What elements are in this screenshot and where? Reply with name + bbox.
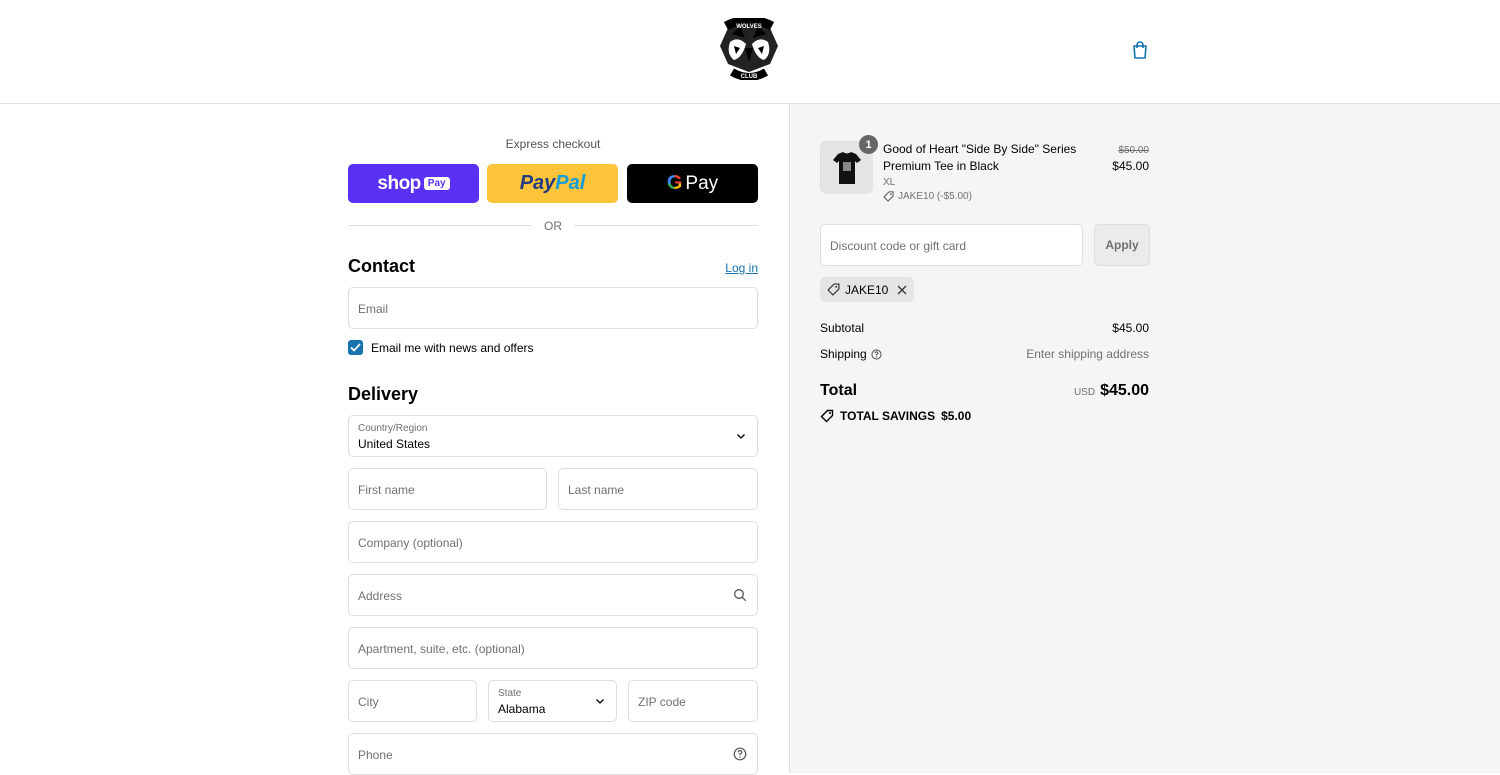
company-placeholder: Company (optional): [358, 536, 463, 550]
check-icon: [350, 343, 361, 352]
zip-field[interactable]: ZIP code: [628, 680, 758, 722]
remove-code-button[interactable]: [897, 285, 907, 295]
total-value-row: USD $45.00: [1074, 382, 1149, 400]
product-discount-text: JAKE10 (-$5.00): [898, 191, 972, 202]
newsletter-checkbox[interactable]: [348, 340, 363, 355]
newsletter-checkbox-row[interactable]: Email me with news and offers: [348, 340, 534, 355]
close-icon: [897, 285, 907, 294]
last-name-placeholder: Last name: [568, 483, 625, 497]
subtotal-value: $45.00: [1112, 321, 1149, 335]
shop-pay-button[interactable]: shop Pay: [348, 164, 479, 203]
phone-placeholder: Phone: [358, 748, 393, 762]
applied-code-chip: JAKE10: [820, 277, 915, 302]
quantity-badge: 1: [859, 135, 878, 154]
shop-pay-word: shop: [377, 172, 421, 194]
discount-code-input[interactable]: Discount code or gift card: [820, 224, 1083, 266]
search-icon: [734, 589, 747, 602]
login-link[interactable]: Log in: [725, 261, 758, 275]
logo-text-bottom: CLUB: [741, 74, 758, 80]
logo-text-top: WOLVES: [736, 24, 762, 30]
apply-button[interactable]: Apply: [1094, 224, 1150, 266]
address-field[interactable]: Address: [348, 574, 758, 616]
savings-value: $5.00: [941, 409, 972, 423]
chevron-down-icon: [596, 699, 604, 704]
phone-field[interactable]: Phone: [348, 733, 758, 775]
or-divider: OR: [348, 218, 758, 233]
company-field[interactable]: Company (optional): [348, 521, 758, 563]
zip-placeholder: ZIP code: [638, 695, 686, 709]
help-circle-icon[interactable]: [871, 348, 882, 360]
email-field[interactable]: Email: [348, 287, 758, 329]
paypal-button[interactable]: PayPal: [487, 164, 618, 203]
express-checkout-title: Express checkout: [505, 137, 601, 151]
header: WOLVES CLUB: [0, 0, 1500, 104]
first-name-placeholder: First name: [358, 483, 415, 497]
google-g-icon: G: [666, 172, 683, 194]
paypal-logo: PayPal: [519, 172, 586, 194]
shipping-value: Enter shipping address: [1026, 347, 1149, 361]
city-field[interactable]: City: [348, 680, 477, 722]
product-title: Good of Heart "Side By Side" Series Prem…: [883, 142, 1077, 173]
newsletter-label: Email me with news and offers: [371, 340, 534, 355]
shopping-bag-icon[interactable]: [1130, 40, 1150, 60]
order-summary-panel: [789, 104, 1500, 773]
price-current: $45.00: [1112, 159, 1149, 173]
price-original: $50.00: [1118, 145, 1149, 156]
product-variant: XL: [883, 177, 896, 188]
tag-icon: [827, 283, 840, 296]
total-currency: USD: [1073, 387, 1096, 398]
google-pay-logo: G Pay: [666, 172, 719, 194]
subtotal-label: Subtotal: [820, 321, 865, 335]
tag-icon: [883, 191, 894, 202]
savings-label: TOTAL SAVINGS: [840, 409, 936, 423]
total-savings: TOTAL SAVINGS $5.00: [820, 409, 971, 423]
applied-code-text: JAKE10: [845, 282, 889, 297]
email-placeholder: Email: [358, 302, 389, 316]
total-label: Total: [820, 382, 858, 399]
country-value: United States: [358, 437, 431, 451]
country-select[interactable]: Country/Region United States: [348, 415, 758, 457]
total-value: $45.00: [1100, 382, 1149, 399]
state-label: State: [498, 688, 522, 699]
shipping-label: Shipping: [820, 347, 867, 361]
product-discount: JAKE10 (-$5.00): [883, 191, 972, 202]
city-placeholder: City: [358, 695, 379, 709]
shipping-label-row: Shipping: [820, 347, 882, 361]
first-name-field[interactable]: First name: [348, 468, 547, 510]
state-value: Alabama: [498, 702, 546, 716]
discount-placeholder: Discount code or gift card: [830, 239, 967, 253]
apartment-field[interactable]: Apartment, suite, etc. (optional): [348, 627, 758, 669]
state-select[interactable]: State Alabama: [488, 680, 617, 722]
delivery-title: Delivery: [348, 384, 419, 404]
last-name-field[interactable]: Last name: [558, 468, 758, 510]
country-label: Country/Region: [358, 423, 428, 434]
or-text: OR: [544, 219, 562, 233]
apartment-placeholder: Apartment, suite, etc. (optional): [358, 642, 525, 656]
google-pay-button[interactable]: G Pay: [627, 164, 758, 203]
wolves-club-logo-icon[interactable]: WOLVES CLUB: [712, 15, 786, 81]
shop-pay-badge: Pay: [423, 177, 450, 190]
chevron-down-icon: [737, 434, 745, 439]
address-placeholder: Address: [358, 589, 403, 603]
contact-title: Contact: [348, 256, 415, 276]
savings-tag-icon: [820, 409, 834, 423]
help-circle-icon[interactable]: [733, 747, 747, 761]
